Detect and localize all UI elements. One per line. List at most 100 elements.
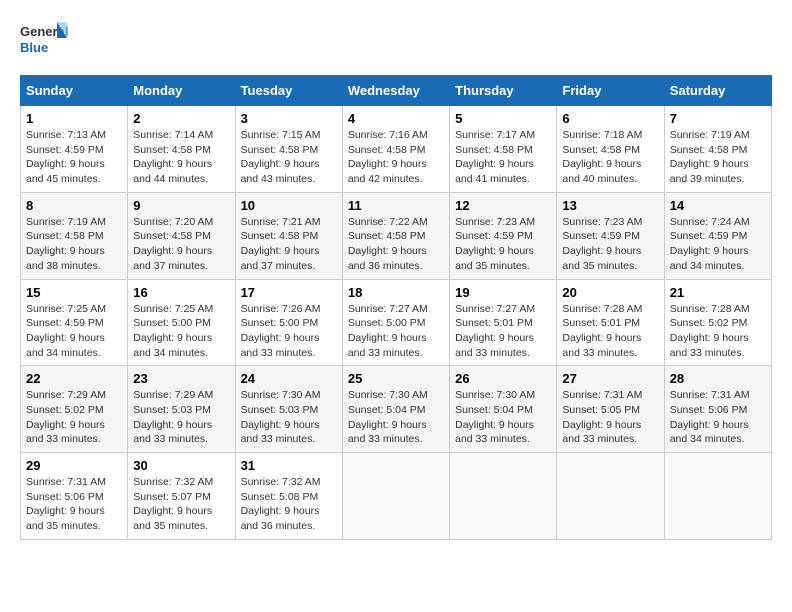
day-detail: Sunrise: 7:18 AM Sunset: 4:58 PM Dayligh… <box>562 128 658 187</box>
day-number: 7 <box>670 111 766 126</box>
day-number: 5 <box>455 111 551 126</box>
day-number: 15 <box>26 285 122 300</box>
day-number: 27 <box>562 371 658 386</box>
day-number: 19 <box>455 285 551 300</box>
day-number: 31 <box>241 458 337 473</box>
calendar-cell: 22 Sunrise: 7:29 AM Sunset: 5:02 PM Dayl… <box>21 366 128 453</box>
calendar-cell: 30 Sunrise: 7:32 AM Sunset: 5:07 PM Dayl… <box>128 453 235 540</box>
day-number: 20 <box>562 285 658 300</box>
day-detail: Sunrise: 7:28 AM Sunset: 5:01 PM Dayligh… <box>562 302 658 361</box>
day-detail: Sunrise: 7:24 AM Sunset: 4:59 PM Dayligh… <box>670 215 766 274</box>
day-detail: Sunrise: 7:30 AM Sunset: 5:04 PM Dayligh… <box>455 388 551 447</box>
weekday-header: Wednesday <box>342 76 449 106</box>
day-detail: Sunrise: 7:30 AM Sunset: 5:04 PM Dayligh… <box>348 388 444 447</box>
day-detail: Sunrise: 7:15 AM Sunset: 4:58 PM Dayligh… <box>241 128 337 187</box>
day-number: 29 <box>26 458 122 473</box>
calendar-cell: 17 Sunrise: 7:26 AM Sunset: 5:00 PM Dayl… <box>235 279 342 366</box>
logo-svg: General Blue <box>20 20 70 65</box>
calendar-cell: 5 Sunrise: 7:17 AM Sunset: 4:58 PM Dayli… <box>450 106 557 193</box>
calendar-week-row: 1 Sunrise: 7:13 AM Sunset: 4:59 PM Dayli… <box>21 106 772 193</box>
weekday-header-row: SundayMondayTuesdayWednesdayThursdayFrid… <box>21 76 772 106</box>
calendar-cell <box>557 453 664 540</box>
calendar-week-row: 15 Sunrise: 7:25 AM Sunset: 4:59 PM Dayl… <box>21 279 772 366</box>
calendar-cell: 26 Sunrise: 7:30 AM Sunset: 5:04 PM Dayl… <box>450 366 557 453</box>
day-number: 13 <box>562 198 658 213</box>
day-number: 11 <box>348 198 444 213</box>
day-number: 25 <box>348 371 444 386</box>
day-number: 2 <box>133 111 229 126</box>
day-detail: Sunrise: 7:30 AM Sunset: 5:03 PM Dayligh… <box>241 388 337 447</box>
day-number: 30 <box>133 458 229 473</box>
day-detail: Sunrise: 7:26 AM Sunset: 5:00 PM Dayligh… <box>241 302 337 361</box>
day-detail: Sunrise: 7:27 AM Sunset: 5:00 PM Dayligh… <box>348 302 444 361</box>
calendar-cell: 21 Sunrise: 7:28 AM Sunset: 5:02 PM Dayl… <box>664 279 771 366</box>
day-number: 9 <box>133 198 229 213</box>
calendar-cell: 10 Sunrise: 7:21 AM Sunset: 4:58 PM Dayl… <box>235 192 342 279</box>
calendar-cell <box>342 453 449 540</box>
day-number: 3 <box>241 111 337 126</box>
day-number: 28 <box>670 371 766 386</box>
day-detail: Sunrise: 7:27 AM Sunset: 5:01 PM Dayligh… <box>455 302 551 361</box>
weekday-header: Sunday <box>21 76 128 106</box>
calendar-cell: 13 Sunrise: 7:23 AM Sunset: 4:59 PM Dayl… <box>557 192 664 279</box>
day-number: 21 <box>670 285 766 300</box>
calendar-cell: 23 Sunrise: 7:29 AM Sunset: 5:03 PM Dayl… <box>128 366 235 453</box>
calendar-cell: 8 Sunrise: 7:19 AM Sunset: 4:58 PM Dayli… <box>21 192 128 279</box>
logo: General Blue <box>20 20 70 65</box>
day-detail: Sunrise: 7:31 AM Sunset: 5:06 PM Dayligh… <box>26 475 122 534</box>
weekday-header: Tuesday <box>235 76 342 106</box>
calendar-cell: 31 Sunrise: 7:32 AM Sunset: 5:08 PM Dayl… <box>235 453 342 540</box>
weekday-header: Thursday <box>450 76 557 106</box>
day-detail: Sunrise: 7:29 AM Sunset: 5:02 PM Dayligh… <box>26 388 122 447</box>
calendar-week-row: 22 Sunrise: 7:29 AM Sunset: 5:02 PM Dayl… <box>21 366 772 453</box>
day-number: 17 <box>241 285 337 300</box>
calendar-cell: 14 Sunrise: 7:24 AM Sunset: 4:59 PM Dayl… <box>664 192 771 279</box>
calendar-cell: 19 Sunrise: 7:27 AM Sunset: 5:01 PM Dayl… <box>450 279 557 366</box>
day-detail: Sunrise: 7:25 AM Sunset: 4:59 PM Dayligh… <box>26 302 122 361</box>
calendar-week-row: 8 Sunrise: 7:19 AM Sunset: 4:58 PM Dayli… <box>21 192 772 279</box>
calendar-cell: 29 Sunrise: 7:31 AM Sunset: 5:06 PM Dayl… <box>21 453 128 540</box>
day-number: 12 <box>455 198 551 213</box>
day-detail: Sunrise: 7:19 AM Sunset: 4:58 PM Dayligh… <box>26 215 122 274</box>
day-number: 24 <box>241 371 337 386</box>
day-detail: Sunrise: 7:19 AM Sunset: 4:58 PM Dayligh… <box>670 128 766 187</box>
calendar-cell: 1 Sunrise: 7:13 AM Sunset: 4:59 PM Dayli… <box>21 106 128 193</box>
calendar-cell: 6 Sunrise: 7:18 AM Sunset: 4:58 PM Dayli… <box>557 106 664 193</box>
page-header: General Blue <box>20 20 772 65</box>
day-detail: Sunrise: 7:13 AM Sunset: 4:59 PM Dayligh… <box>26 128 122 187</box>
calendar-cell: 18 Sunrise: 7:27 AM Sunset: 5:00 PM Dayl… <box>342 279 449 366</box>
day-number: 6 <box>562 111 658 126</box>
calendar-table: SundayMondayTuesdayWednesdayThursdayFrid… <box>20 75 772 540</box>
day-number: 14 <box>670 198 766 213</box>
day-detail: Sunrise: 7:14 AM Sunset: 4:58 PM Dayligh… <box>133 128 229 187</box>
day-detail: Sunrise: 7:23 AM Sunset: 4:59 PM Dayligh… <box>562 215 658 274</box>
day-number: 1 <box>26 111 122 126</box>
day-detail: Sunrise: 7:22 AM Sunset: 4:58 PM Dayligh… <box>348 215 444 274</box>
day-detail: Sunrise: 7:32 AM Sunset: 5:07 PM Dayligh… <box>133 475 229 534</box>
day-number: 18 <box>348 285 444 300</box>
calendar-cell: 2 Sunrise: 7:14 AM Sunset: 4:58 PM Dayli… <box>128 106 235 193</box>
calendar-cell: 9 Sunrise: 7:20 AM Sunset: 4:58 PM Dayli… <box>128 192 235 279</box>
day-detail: Sunrise: 7:23 AM Sunset: 4:59 PM Dayligh… <box>455 215 551 274</box>
day-number: 26 <box>455 371 551 386</box>
calendar-cell <box>450 453 557 540</box>
day-number: 8 <box>26 198 122 213</box>
calendar-cell: 12 Sunrise: 7:23 AM Sunset: 4:59 PM Dayl… <box>450 192 557 279</box>
calendar-cell: 7 Sunrise: 7:19 AM Sunset: 4:58 PM Dayli… <box>664 106 771 193</box>
calendar-cell: 11 Sunrise: 7:22 AM Sunset: 4:58 PM Dayl… <box>342 192 449 279</box>
calendar-cell: 20 Sunrise: 7:28 AM Sunset: 5:01 PM Dayl… <box>557 279 664 366</box>
day-detail: Sunrise: 7:31 AM Sunset: 5:05 PM Dayligh… <box>562 388 658 447</box>
day-detail: Sunrise: 7:31 AM Sunset: 5:06 PM Dayligh… <box>670 388 766 447</box>
calendar-cell: 24 Sunrise: 7:30 AM Sunset: 5:03 PM Dayl… <box>235 366 342 453</box>
calendar-cell: 28 Sunrise: 7:31 AM Sunset: 5:06 PM Dayl… <box>664 366 771 453</box>
day-detail: Sunrise: 7:17 AM Sunset: 4:58 PM Dayligh… <box>455 128 551 187</box>
day-detail: Sunrise: 7:28 AM Sunset: 5:02 PM Dayligh… <box>670 302 766 361</box>
weekday-header: Monday <box>128 76 235 106</box>
calendar-cell: 3 Sunrise: 7:15 AM Sunset: 4:58 PM Dayli… <box>235 106 342 193</box>
weekday-header: Saturday <box>664 76 771 106</box>
day-detail: Sunrise: 7:29 AM Sunset: 5:03 PM Dayligh… <box>133 388 229 447</box>
day-number: 22 <box>26 371 122 386</box>
day-detail: Sunrise: 7:20 AM Sunset: 4:58 PM Dayligh… <box>133 215 229 274</box>
day-number: 16 <box>133 285 229 300</box>
weekday-header: Friday <box>557 76 664 106</box>
